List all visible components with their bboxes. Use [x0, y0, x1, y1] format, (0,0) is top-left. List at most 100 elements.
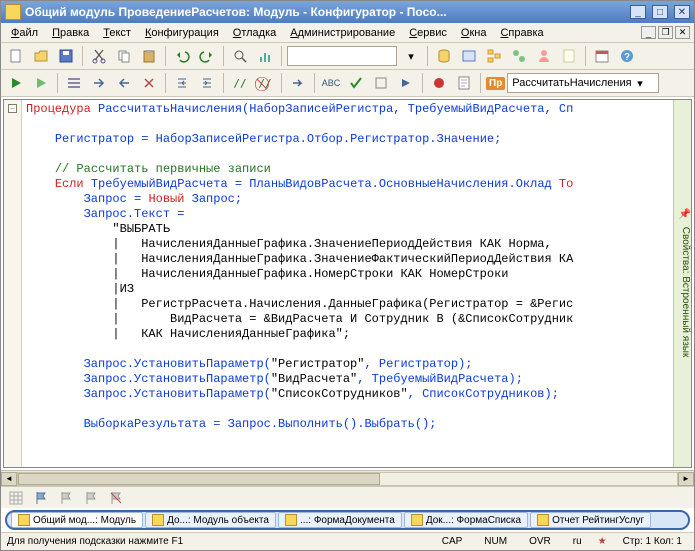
titlebar: Общий модуль ПроведениеРасчетов: Модуль … [1, 1, 694, 23]
run-debug-button[interactable] [5, 72, 27, 94]
bookmark-button[interactable] [63, 72, 85, 94]
code-editor[interactable]: Процедура РассчитатьНачисления(НаборЗапи… [22, 100, 673, 467]
chart-button[interactable] [254, 45, 276, 67]
cut-button[interactable] [88, 45, 110, 67]
menu-windows[interactable]: Окна [455, 25, 493, 41]
status-ovr: OVR [523, 536, 557, 547]
editor-area: − Процедура РассчитатьНачисления(НаборЗа… [3, 99, 692, 468]
app-icon [5, 4, 21, 20]
close-button[interactable]: ✕ [674, 5, 690, 19]
help-button[interactable]: ? [616, 45, 638, 67]
save-button[interactable] [55, 45, 77, 67]
window-tab-label: Док...: ФормаСписка [426, 515, 521, 526]
flag-blue-icon[interactable] [30, 487, 52, 509]
properties-label: Свойства: Встроенный язык [680, 227, 691, 358]
fold-toggle-icon[interactable]: − [8, 104, 17, 113]
menu-service[interactable]: Сервис [403, 25, 453, 41]
window-tab-3[interactable]: Док...: ФормаСписка [404, 512, 528, 528]
menu-debug[interactable]: Отладка [227, 25, 283, 41]
window-tab-label: Отчет РейтингУслуг [552, 515, 644, 526]
db-button[interactable] [433, 45, 455, 67]
window-tab-4[interactable]: Отчет РейтингУслуг [530, 512, 651, 528]
horizontal-scrollbar[interactable]: ◄ ► [1, 470, 694, 486]
bookmark-clear-button[interactable] [138, 72, 160, 94]
uncomment-button[interactable]: //⃠ [254, 72, 276, 94]
properties-panel-tab[interactable]: 📌 Свойства: Встроенный язык [673, 100, 691, 467]
mdi-minimize-button[interactable]: _ [641, 26, 656, 39]
open-button[interactable] [30, 45, 52, 67]
template-button[interactable] [453, 72, 475, 94]
scroll-track[interactable] [17, 472, 678, 486]
maximize-button[interactable]: □ [652, 5, 668, 19]
search-dropdown-button[interactable]: ▾ [400, 45, 422, 67]
redo-button[interactable] [196, 45, 218, 67]
window-tab-1[interactable]: До...: Модуль объекта [145, 512, 276, 528]
mdi-close-button[interactable]: ✕ [675, 26, 690, 39]
objects-button[interactable] [508, 45, 530, 67]
window-tab-0[interactable]: Общий мод...: Модуль [11, 512, 143, 528]
window-tab-label: ...: ФормаДокумента [300, 515, 395, 526]
minimize-button[interactable]: _ [630, 5, 646, 19]
mdi-restore-button[interactable]: ❐ [658, 26, 673, 39]
module-icon [285, 514, 297, 526]
paste-button[interactable] [138, 45, 160, 67]
new-button[interactable] [5, 45, 27, 67]
syntax-check-button[interactable] [345, 72, 367, 94]
status-lang[interactable]: ru [567, 536, 588, 547]
status-num: NUM [478, 536, 513, 547]
folding-gutter[interactable]: − [4, 100, 22, 467]
tree-button[interactable] [483, 45, 505, 67]
svg-text:?: ? [624, 52, 630, 63]
window-tab-2[interactable]: ...: ФормаДокумента [278, 512, 402, 528]
breakpoint-button[interactable] [428, 72, 450, 94]
copy-button[interactable] [113, 45, 135, 67]
grid-icon[interactable] [5, 487, 27, 509]
menu-file[interactable]: Файл [5, 25, 44, 41]
module-icon [152, 514, 164, 526]
menu-config[interactable]: Конфигурация [139, 25, 225, 41]
toolbar-debug: // //⃠ ABC Пр ▾ [1, 70, 694, 97]
status-hint: Для получения подсказки нажмите F1 [7, 536, 426, 547]
window-tabs: Общий мод...: Модуль До...: Модуль объект… [5, 510, 690, 530]
window-tab-label: До...: Модуль объекта [167, 515, 269, 526]
goto-line-button[interactable] [287, 72, 309, 94]
find-button[interactable] [229, 45, 251, 67]
scroll-right-button[interactable]: ► [678, 472, 694, 486]
indent-left-button[interactable] [171, 72, 193, 94]
calendar-button[interactable] [591, 45, 613, 67]
menu-admin[interactable]: Администрирование [284, 25, 401, 41]
procedure-dropdown-button[interactable]: ▾ [629, 72, 651, 94]
flag-clear-icon[interactable] [105, 487, 127, 509]
procedure-selector[interactable]: Пр [486, 73, 626, 93]
scroll-thumb[interactable] [18, 473, 380, 485]
bookmark-next-button[interactable] [88, 72, 110, 94]
flag-next-icon[interactable] [80, 487, 102, 509]
step-button[interactable] [395, 72, 417, 94]
search-input[interactable] [287, 46, 397, 66]
menu-edit[interactable]: Правка [46, 25, 95, 41]
menu-text[interactable]: Текст [97, 25, 137, 41]
status-position: Стр: 1 Кол: 1 [617, 536, 688, 547]
indent-right-button[interactable] [196, 72, 218, 94]
users-button[interactable] [533, 45, 555, 67]
flag-prev-icon[interactable] [55, 487, 77, 509]
menu-help[interactable]: Справка [494, 25, 549, 41]
syntax-tools-button[interactable] [370, 72, 392, 94]
menubar: Файл Правка Текст Конфигурация Отладка А… [1, 23, 694, 43]
status-cap: CAP [436, 536, 469, 547]
module-icon [411, 514, 423, 526]
bookmark-prev-button[interactable] [113, 72, 135, 94]
undo-button[interactable] [171, 45, 193, 67]
window-title: Общий модуль ПроведениеРасчетов: Модуль … [25, 5, 624, 19]
statusbar: Для получения подсказки нажмите F1 CAP N… [1, 532, 694, 550]
module-icon [18, 514, 30, 526]
pin-icon[interactable]: 📌 [679, 209, 691, 220]
comment-button[interactable]: // [229, 72, 251, 94]
run-alt-button[interactable] [30, 72, 52, 94]
toolbar-main: ▾ ? [1, 43, 694, 70]
syntax-abc-button[interactable]: ABC [320, 72, 342, 94]
config-button[interactable] [458, 45, 480, 67]
scroll-left-button[interactable]: ◄ [1, 472, 17, 486]
procedure-badge: Пр [486, 77, 505, 90]
script-button[interactable] [558, 45, 580, 67]
